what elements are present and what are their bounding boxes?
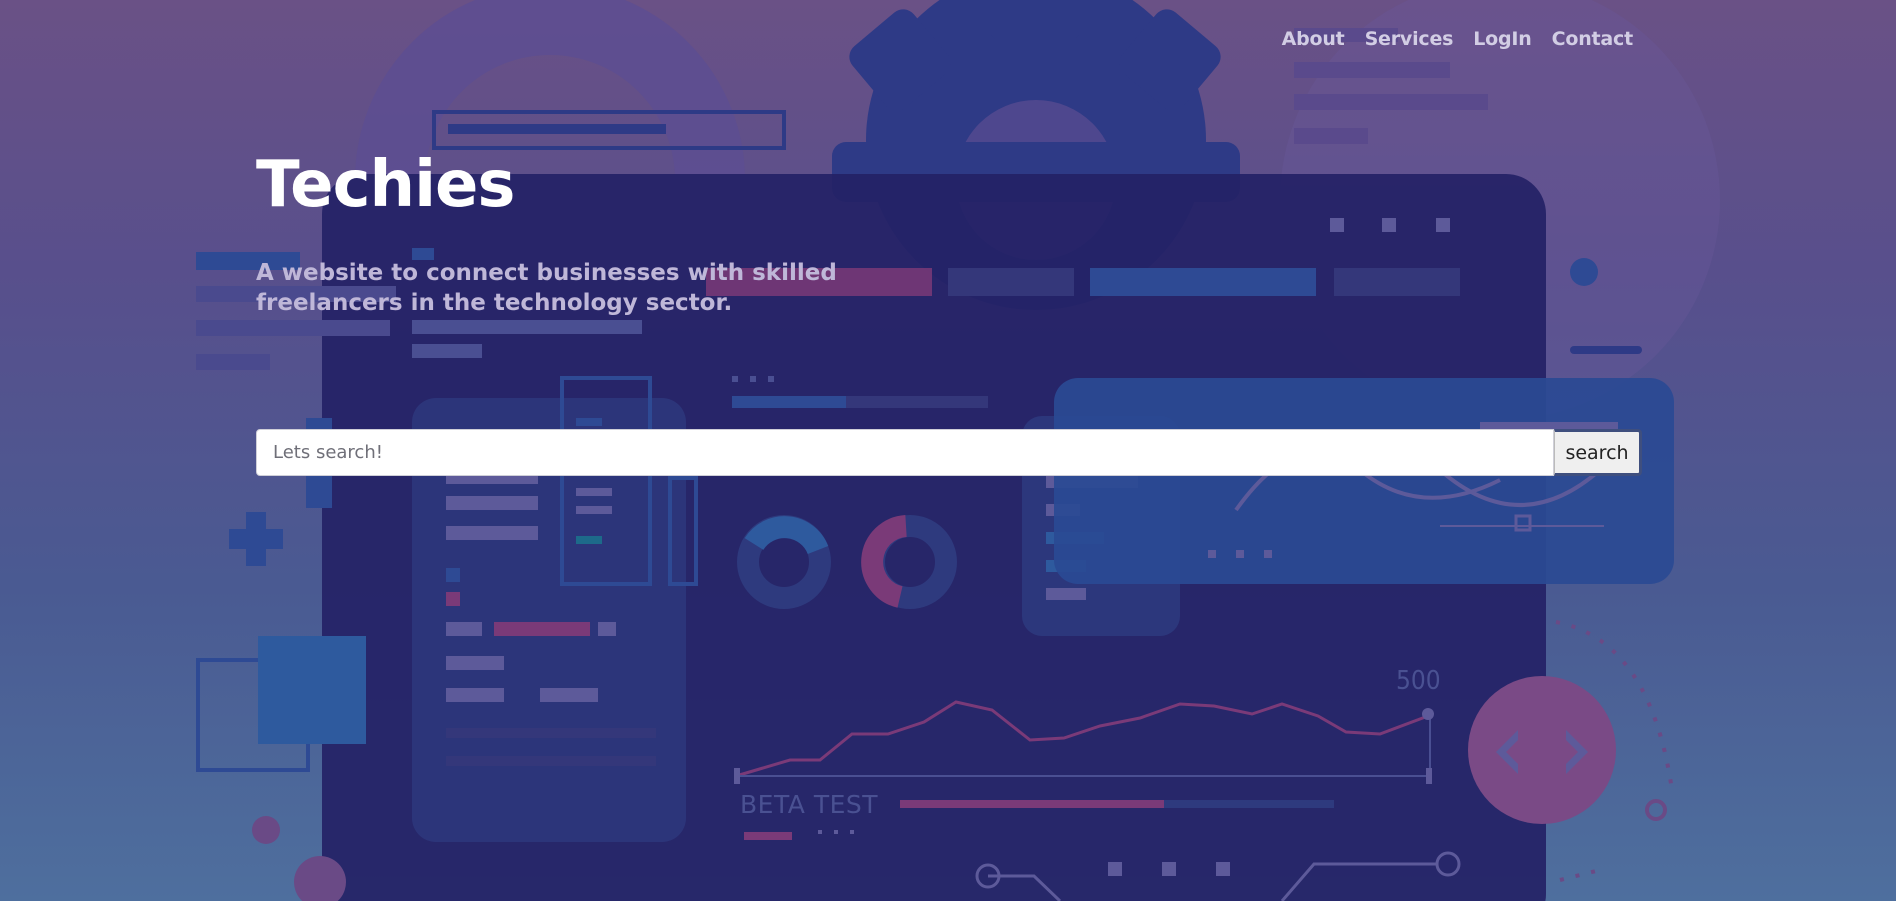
search-bar: search — [256, 429, 1642, 476]
search-button[interactable]: search — [1554, 429, 1642, 476]
hero-subtitle: A website to connect businesses with ski… — [256, 260, 837, 316]
code-bubble-shape — [1468, 676, 1616, 824]
search-input[interactable] — [256, 429, 1554, 476]
nav-link-login[interactable]: LogIn — [1473, 28, 1532, 50]
chart-peak-label: 500 — [1396, 666, 1441, 696]
nav-link-about[interactable]: About — [1282, 28, 1345, 50]
chart-caption: BETA TEST — [740, 790, 879, 819]
top-nav: About Services LogIn Contact — [1282, 28, 1634, 50]
nav-link-contact[interactable]: Contact — [1552, 28, 1634, 50]
hero-title: Techies — [256, 148, 515, 222]
nav-link-services[interactable]: Services — [1365, 28, 1454, 50]
